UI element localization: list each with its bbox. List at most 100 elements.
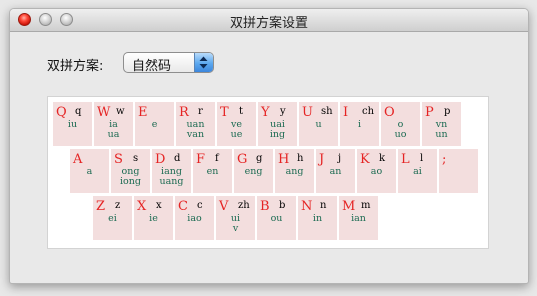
key-finals: iang uang [152,167,191,187]
key-z: Zz ei [93,196,132,240]
key-q: Qq iu [53,102,92,146]
key-letter: R [179,105,189,120]
key-letter: ; [442,152,447,167]
key-j: Jj an [316,149,355,193]
key-o: Oo uo [381,102,420,146]
key-final: van [186,129,205,140]
key-letter: K [360,152,370,167]
key-initial: d [174,153,181,164]
key-letter: E [138,105,148,120]
key-semicolon: ; [439,149,478,193]
key-letter: X [137,199,147,214]
key-final: v [232,223,239,234]
key-letter: G [237,152,248,167]
key-letter: U [302,105,313,120]
key-m: Mm ian [339,196,378,240]
key-letter: V [219,199,229,214]
key-finals: in [298,214,337,224]
key-letter: L [401,152,410,167]
key-finals: uai ing [258,120,297,140]
key-letter: M [342,199,356,214]
key-finals: o uo [381,120,420,140]
key-final: an [329,166,342,177]
select-arrows-icon [194,53,213,72]
scheme-label: 双拼方案: [47,59,104,74]
key-b: Bb ou [257,196,296,240]
key-finals: ui v [216,214,255,234]
key-v: Vzh ui v [216,196,255,240]
key-final: a [86,166,93,177]
key-initial: y [280,106,286,117]
key-final: ou [270,213,283,224]
key-finals: ve ue [217,120,256,140]
key-u: Ush u [299,102,338,146]
key-final: in [312,213,323,224]
key-finals: ei [93,214,132,224]
key-final: iong [120,176,141,187]
key-letter: C [178,199,188,214]
key-finals: a [70,167,109,177]
key-finals: iu [53,120,92,130]
key-initial: z [115,200,121,211]
key-letter: P [425,105,434,120]
key-letter: D [155,152,166,167]
key-letter: F [196,152,206,167]
key-final: ai [413,166,422,177]
key-final: ang [285,166,304,177]
key-final: iao [187,213,202,224]
keyboard-layout: Qq iu Ww ia ua Ee Rr uan van Tt ve ue Yy uai ing Ush u Ic… [47,96,489,249]
key-initial: p [444,106,451,117]
key-final: e [151,119,158,130]
key-finals: ia ua [94,120,133,140]
key-final: eng [244,166,263,177]
key-final: u [315,119,322,130]
key-initial: m [361,200,371,211]
key-initial: h [297,153,304,164]
key-letter: Z [96,199,106,214]
key-initial: g [256,153,263,164]
window-title: 双拼方案设置 [229,16,308,31]
key-g: Gg eng [234,149,273,193]
key-letter: S [114,152,123,167]
key-final: ua [107,129,120,140]
key-initial: j [338,153,342,164]
key-final: iu [67,119,78,130]
key-finals: ao [357,167,396,177]
key-finals: i [340,120,379,130]
key-final: uang [159,176,184,187]
key-w: Ww ia ua [94,102,133,146]
key-s: Ss ong iong [111,149,150,193]
key-letter: O [384,105,395,120]
scheme-select[interactable]: 自然码 [123,52,214,74]
key-final: i [357,119,362,130]
key-f: Ff en [193,149,232,193]
key-finals: e [135,120,174,130]
title-bar[interactable]: 双拼方案设置 [10,9,528,32]
key-letter: Y [261,105,270,120]
key-d: Dd iang uang [152,149,191,193]
key-y: Yy uai ing [258,102,297,146]
key-finals: an [316,167,355,177]
key-final: un [435,129,448,140]
key-finals: uan van [176,120,215,140]
key-letter: A [73,152,83,167]
key-initial: t [239,106,244,117]
key-initial: f [215,153,219,164]
key-finals: iao [175,214,214,224]
key-final: ian [351,213,366,224]
key-final: ei [108,213,117,224]
key-e: Ee [135,102,174,146]
key-c: Cc iao [175,196,214,240]
key-h: Hh ang [275,149,314,193]
key-x: Xx ie [134,196,173,240]
key-finals: en [193,167,232,177]
key-finals: ou [257,214,296,224]
key-l: Ll ai [398,149,437,193]
key-final: uo [394,129,407,140]
key-finals: u [299,120,338,130]
key-initial: q [75,106,82,117]
key-initial: b [279,200,286,211]
key-finals: vn un [422,120,461,140]
key-initial: sh [321,106,333,117]
key-letter: Q [56,105,67,120]
